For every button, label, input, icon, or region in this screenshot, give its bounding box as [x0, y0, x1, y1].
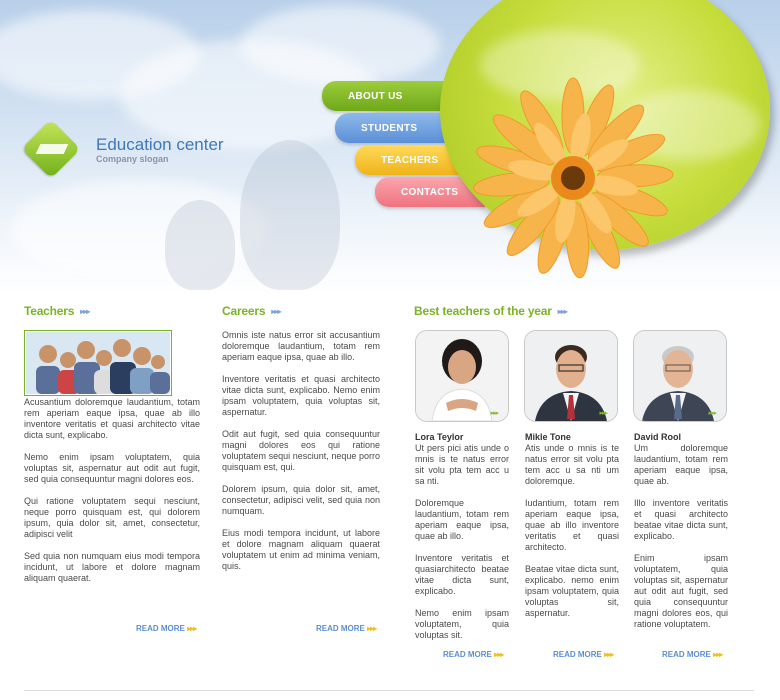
arrows-icon: ▸▸▸ [494, 650, 504, 659]
teacher-read-more-link[interactable]: READ MORE ▸▸▸ [553, 650, 614, 659]
teachers-paragraph: Acusantium doloremque laudantium, totam … [24, 397, 200, 440]
arrows-icon: ▸▸▸ [271, 306, 281, 316]
teacher-photo-card[interactable]: ▸▸▸ [415, 330, 509, 422]
teacher-paragraph: Enim ipsam voluptatem, quia voluptas sit… [634, 553, 728, 629]
teachers-group-photo [24, 330, 172, 396]
teacher-paragraph: Illo inventore veritatis et quasi archit… [634, 498, 728, 541]
arrows-icon: ▸▸▸ [604, 650, 614, 659]
logo-diamond-icon [21, 119, 81, 179]
logo-title: Education center [96, 135, 224, 154]
read-more-label: READ MORE [136, 624, 185, 633]
arrows-icon: ▸▸▸ [557, 306, 568, 316]
nav-about-us-label: ABOUT US [348, 90, 403, 102]
careers-section: Careers ▸▸▸ Omnis iste natus error sit a… [222, 304, 380, 583]
careers-paragraph: Odit aut fugit, sed quia consequuntur ma… [222, 429, 380, 472]
arrows-icon: ▸▸▸ [708, 409, 716, 417]
teacher-paragraph: Um doloremque laudantium, totam rem aper… [634, 443, 728, 486]
read-more-label: READ MORE [662, 650, 711, 659]
teacher-paragraph: Inventore veritatis et quasiarchitecto b… [415, 553, 509, 596]
child-silhouette [240, 140, 340, 290]
child-silhouette [165, 200, 235, 290]
teachers-heading: Teachers ▸▸▸ [24, 304, 200, 318]
teachers-title: Teachers [24, 304, 75, 318]
best-teachers-section: Best teachers of the year ▸▸▸ [414, 304, 754, 318]
arrows-icon: ▸▸▸ [80, 306, 90, 316]
arrows-icon: ▸▸▸ [367, 624, 377, 633]
nav-students-label: STUDENTS [361, 122, 418, 134]
teacher-paragraph: Nemo enim ipsam voluptatem, quia volupta… [415, 608, 509, 640]
logo-slogan: Company slogan [96, 154, 169, 164]
teacher-portrait [416, 331, 508, 421]
careers-paragraph: Dolorem ipsum, quia dolor sit, amet, con… [222, 484, 380, 516]
teacher-read-more-link[interactable]: READ MORE ▸▸▸ [662, 650, 723, 659]
careers-heading: Careers ▸▸▸ [222, 304, 380, 318]
arrows-icon: ▸▸▸ [490, 409, 498, 417]
teacher-paragraph: Iudantium, totam rem aperiam eaque ipsa,… [525, 498, 619, 552]
teacher-paragraph: Beatae vitae dicta sunt, explicabo. nemo… [525, 564, 619, 618]
teacher-entry: Mikle Tone Atis unde o mnis is te natus … [525, 432, 619, 630]
careers-paragraph: Eius modi tempora incidunt, ut labore et… [222, 528, 380, 571]
teachers-section: Teachers ▸▸▸ Acusantium doloremque lauda… [24, 304, 200, 595]
teacher-entry: David Rool Um doloremque laudantium, tot… [634, 432, 728, 641]
footer-divider [24, 690, 754, 691]
teachers-read-more-link[interactable]: READ MORE ▸▸▸ [136, 624, 197, 633]
teacher-paragraph: Ut pers pici atis unde o mnis is te natu… [415, 443, 509, 486]
nav-contacts-label: CONTACTS [401, 186, 459, 198]
teachers-paragraph: Qui ratione voluptatem sequi nesciunt, n… [24, 496, 200, 539]
teacher-entry: Lora Teylor Ut pers pici atis unde o mni… [415, 432, 509, 652]
careers-read-more-link[interactable]: READ MORE ▸▸▸ [316, 624, 377, 633]
teacher-read-more-link[interactable]: READ MORE ▸▸▸ [443, 650, 504, 659]
careers-paragraph: Omnis iste natus error sit accusantium d… [222, 330, 380, 362]
teacher-name: Lora Teylor [415, 432, 464, 442]
arrows-icon: ▸▸▸ [599, 409, 607, 417]
teacher-photo-card[interactable]: ▸▸▸ [633, 330, 727, 422]
read-more-label: READ MORE [553, 650, 602, 659]
read-more-label: READ MORE [316, 624, 365, 633]
teacher-portrait [525, 331, 617, 421]
careers-title: Careers [222, 304, 266, 318]
teacher-portrait [634, 331, 726, 421]
logo[interactable]: Education center Company slogan [21, 119, 224, 179]
arrows-icon: ▸▸▸ [713, 650, 723, 659]
flower-image [473, 77, 674, 279]
teacher-photo-card[interactable]: ▸▸▸ [524, 330, 618, 422]
teacher-name: Mikle Tone [525, 432, 571, 442]
best-teachers-heading: Best teachers of the year ▸▸▸ [414, 304, 754, 318]
careers-paragraph: Inventore veritatis et quasi architecto … [222, 374, 380, 417]
read-more-label: READ MORE [443, 650, 492, 659]
teacher-paragraph: Atis unde o mnis is te natus error sit v… [525, 443, 619, 486]
arrows-icon: ▸▸▸ [187, 624, 197, 633]
nav-about-us[interactable]: ABOUT US [322, 81, 452, 111]
nav-students[interactable]: STUDENTS [335, 113, 453, 143]
header-banner: Education center Company slogan ABOUT US… [0, 0, 780, 295]
teachers-paragraph: Sed quia non numquam eius modi tempora i… [24, 551, 200, 583]
teachers-paragraph: Nemo enim ipsam voluptatem, quia volupta… [24, 452, 200, 484]
teacher-paragraph: Doloremque laudantium, totam rem aperiam… [415, 498, 509, 541]
best-teachers-title: Best teachers of the year [414, 304, 552, 318]
cloud-decoration [240, 5, 440, 85]
nav-teachers-label: TEACHERS [381, 154, 439, 166]
teacher-name: David Rool [634, 432, 682, 442]
